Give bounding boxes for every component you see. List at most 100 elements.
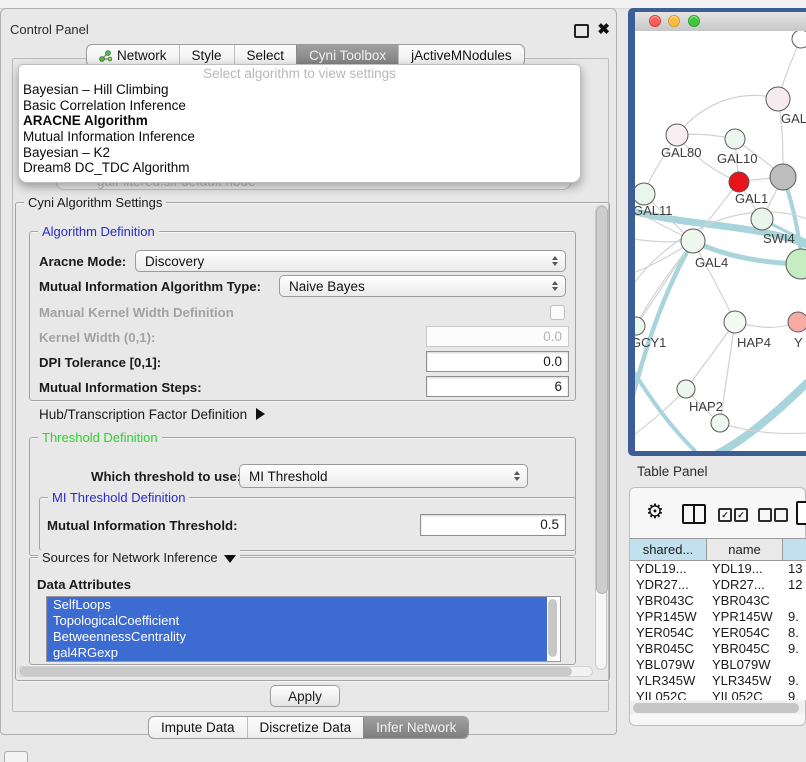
table-row[interactable]: YDR27...YDR27...12 — [630, 577, 806, 593]
network-node[interactable] — [677, 380, 695, 398]
apply-button[interactable]: Apply — [270, 685, 340, 707]
table-cell: YBR043C — [630, 593, 707, 609]
aracne-mode-combo[interactable]: Discovery — [135, 250, 566, 272]
minimize-traffic-light[interactable] — [668, 15, 680, 27]
network-node[interactable] — [681, 229, 705, 253]
manual-kernel-checkbox — [550, 305, 565, 320]
tab-network[interactable]: Network — [87, 45, 179, 66]
table-cell: YPR145W — [630, 609, 707, 625]
network-node[interactable] — [770, 164, 796, 190]
algorithm-definition-title: Algorithm Definition — [38, 224, 159, 239]
network-node-label: HAP4 — [737, 335, 771, 350]
network-node[interactable] — [729, 172, 749, 192]
settings-horizontal-scrollbar[interactable] — [17, 666, 593, 677]
table-cell: YBR045C — [630, 641, 707, 657]
checked-checkbox-icon[interactable]: ✓ — [718, 508, 732, 522]
table-row[interactable]: YER054CYER054C8. — [630, 625, 806, 641]
network-window-titlebar[interactable] — [635, 12, 806, 32]
attribute-item[interactable]: SelfLoops — [47, 597, 547, 613]
table-row[interactable]: YBR043CYBR043C — [630, 593, 806, 609]
mi-steps-field[interactable]: 6 — [426, 376, 569, 397]
table-horizontal-scrollbar-thumb[interactable] — [633, 703, 799, 713]
network-node[interactable] — [635, 317, 645, 335]
network-node[interactable] — [766, 87, 790, 111]
hub-definition-toggle[interactable]: Hub/Transcription Factor Definition — [39, 407, 265, 422]
tab-jactivemnodules[interactable]: jActiveMNodules — [398, 45, 524, 66]
corner-widget[interactable] — [4, 751, 28, 762]
tab-infer-network[interactable]: Infer Network — [363, 717, 468, 738]
network-node[interactable] — [786, 249, 806, 279]
close-traffic-light[interactable] — [649, 15, 661, 27]
sources-group-title-text: Sources for Network Inference — [42, 550, 218, 565]
table-horizontal-scrollbar[interactable] — [630, 701, 805, 714]
table-cell: 12 — [783, 577, 806, 593]
algorithm-popup-item[interactable]: ARACNE Algorithm — [19, 113, 580, 129]
algorithm-popup-item[interactable]: Mutual Information Inference — [19, 129, 580, 145]
tab-discretize-data-label: Discretize Data — [260, 717, 352, 738]
tab-discretize-data[interactable]: Discretize Data — [247, 717, 364, 738]
settings-vertical-scrollbar-thumb[interactable] — [596, 206, 608, 594]
attribute-item[interactable]: gal4RGexp — [47, 645, 547, 661]
mi-threshold-field[interactable]: 0.5 — [420, 514, 566, 536]
dpi-tolerance-field[interactable]: 0.0 — [426, 351, 569, 372]
mi-threshold-label: Mutual Information Threshold: — [47, 518, 237, 533]
table-row[interactable]: YDL19...YDL19...13 — [630, 561, 806, 577]
table-cell: 9. — [783, 673, 806, 689]
float-window-icon[interactable] — [574, 24, 589, 38]
column-header-shared-name[interactable]: shared... — [630, 539, 707, 560]
table-row[interactable]: YLR345WYLR345W9. — [630, 673, 806, 689]
split-columns-icon[interactable] — [682, 504, 706, 524]
table-cell: YDR27... — [630, 577, 707, 593]
attribute-item[interactable]: TopologicalCoefficient — [47, 613, 547, 629]
kernel-width-label: Kernel Width (0,1): — [39, 330, 155, 345]
network-canvas[interactable]: GALGAL80GAL10GAL1GAL11SWI4GAL4GCY1HAP4YH… — [635, 31, 806, 451]
table-row[interactable]: YIL052CYIL052C9. — [630, 689, 806, 700]
network-node[interactable] — [711, 414, 729, 432]
network-view-frame[interactable]: GALGAL80GAL10GAL1GAL11SWI4GAL4GCY1HAP4YH… — [628, 8, 806, 456]
network-node[interactable] — [666, 124, 688, 146]
tab-impute-data[interactable]: Impute Data — [149, 717, 247, 738]
network-node[interactable] — [788, 312, 806, 332]
attribute-item[interactable]: BetweennessCentrality — [47, 629, 547, 645]
close-icon[interactable]: ✖ — [597, 20, 610, 38]
zoom-traffic-light[interactable] — [688, 15, 700, 27]
mi-type-combo[interactable]: Naive Bayes — [279, 275, 566, 297]
gear-icon[interactable]: ⚙ — [646, 502, 664, 522]
network-node[interactable] — [792, 31, 806, 48]
network-node[interactable] — [725, 129, 745, 149]
network-node[interactable] — [751, 208, 773, 230]
list-scrollbar-thumb[interactable] — [548, 599, 557, 657]
column-header-partial[interactable] — [783, 539, 806, 560]
algorithm-popup-item[interactable]: Bayesian – Hill Climbing — [19, 82, 580, 98]
which-threshold-combo[interactable]: MI Threshold — [239, 464, 528, 488]
tab-select[interactable]: Select — [234, 45, 297, 66]
table-cell: YDL19... — [630, 561, 707, 577]
algorithm-popup-item[interactable]: Bayesian – K2 — [19, 145, 580, 161]
table-cell: YER054C — [707, 625, 783, 641]
table-row[interactable]: YBL079WYBL079W — [630, 657, 806, 673]
network-node[interactable] — [635, 183, 655, 205]
unchecked-checkbox-icon[interactable] — [758, 508, 772, 522]
settings-vertical-scrollbar[interactable] — [595, 205, 607, 670]
sources-group-title[interactable]: Sources for Network Inference — [38, 550, 240, 565]
settings-horizontal-scrollbar-thumb[interactable] — [19, 667, 572, 676]
algorithm-popup-item[interactable]: Basic Correlation Inference — [19, 98, 580, 114]
network-node[interactable] — [724, 311, 746, 333]
table-row[interactable]: YBR045CYBR045C9. — [630, 641, 806, 657]
tab-cyni-toolbox[interactable]: Cyni Toolbox — [296, 45, 398, 66]
unchecked-checkbox-icon[interactable] — [774, 508, 788, 522]
expand-right-icon — [256, 408, 265, 420]
network-node-label: Y — [794, 335, 803, 350]
table-row[interactable]: YPR145WYPR145W9. — [630, 609, 806, 625]
network-node-label: GAL10 — [717, 151, 757, 166]
mi-type-value: Naive Bayes — [280, 279, 552, 294]
document-icon[interactable] — [796, 501, 806, 525]
collapse-down-icon — [224, 555, 236, 563]
table-cell: 13 — [783, 561, 806, 577]
algorithm-popup-item[interactable]: Dream8 DC_TDC Algorithm — [19, 160, 580, 176]
checked-checkbox-icon[interactable]: ✓ — [734, 508, 748, 522]
column-header-name[interactable]: name — [707, 539, 783, 560]
table-cell: YDL19... — [707, 561, 783, 577]
tab-style[interactable]: Style — [179, 45, 234, 66]
table-header-row: shared... name — [630, 538, 806, 561]
